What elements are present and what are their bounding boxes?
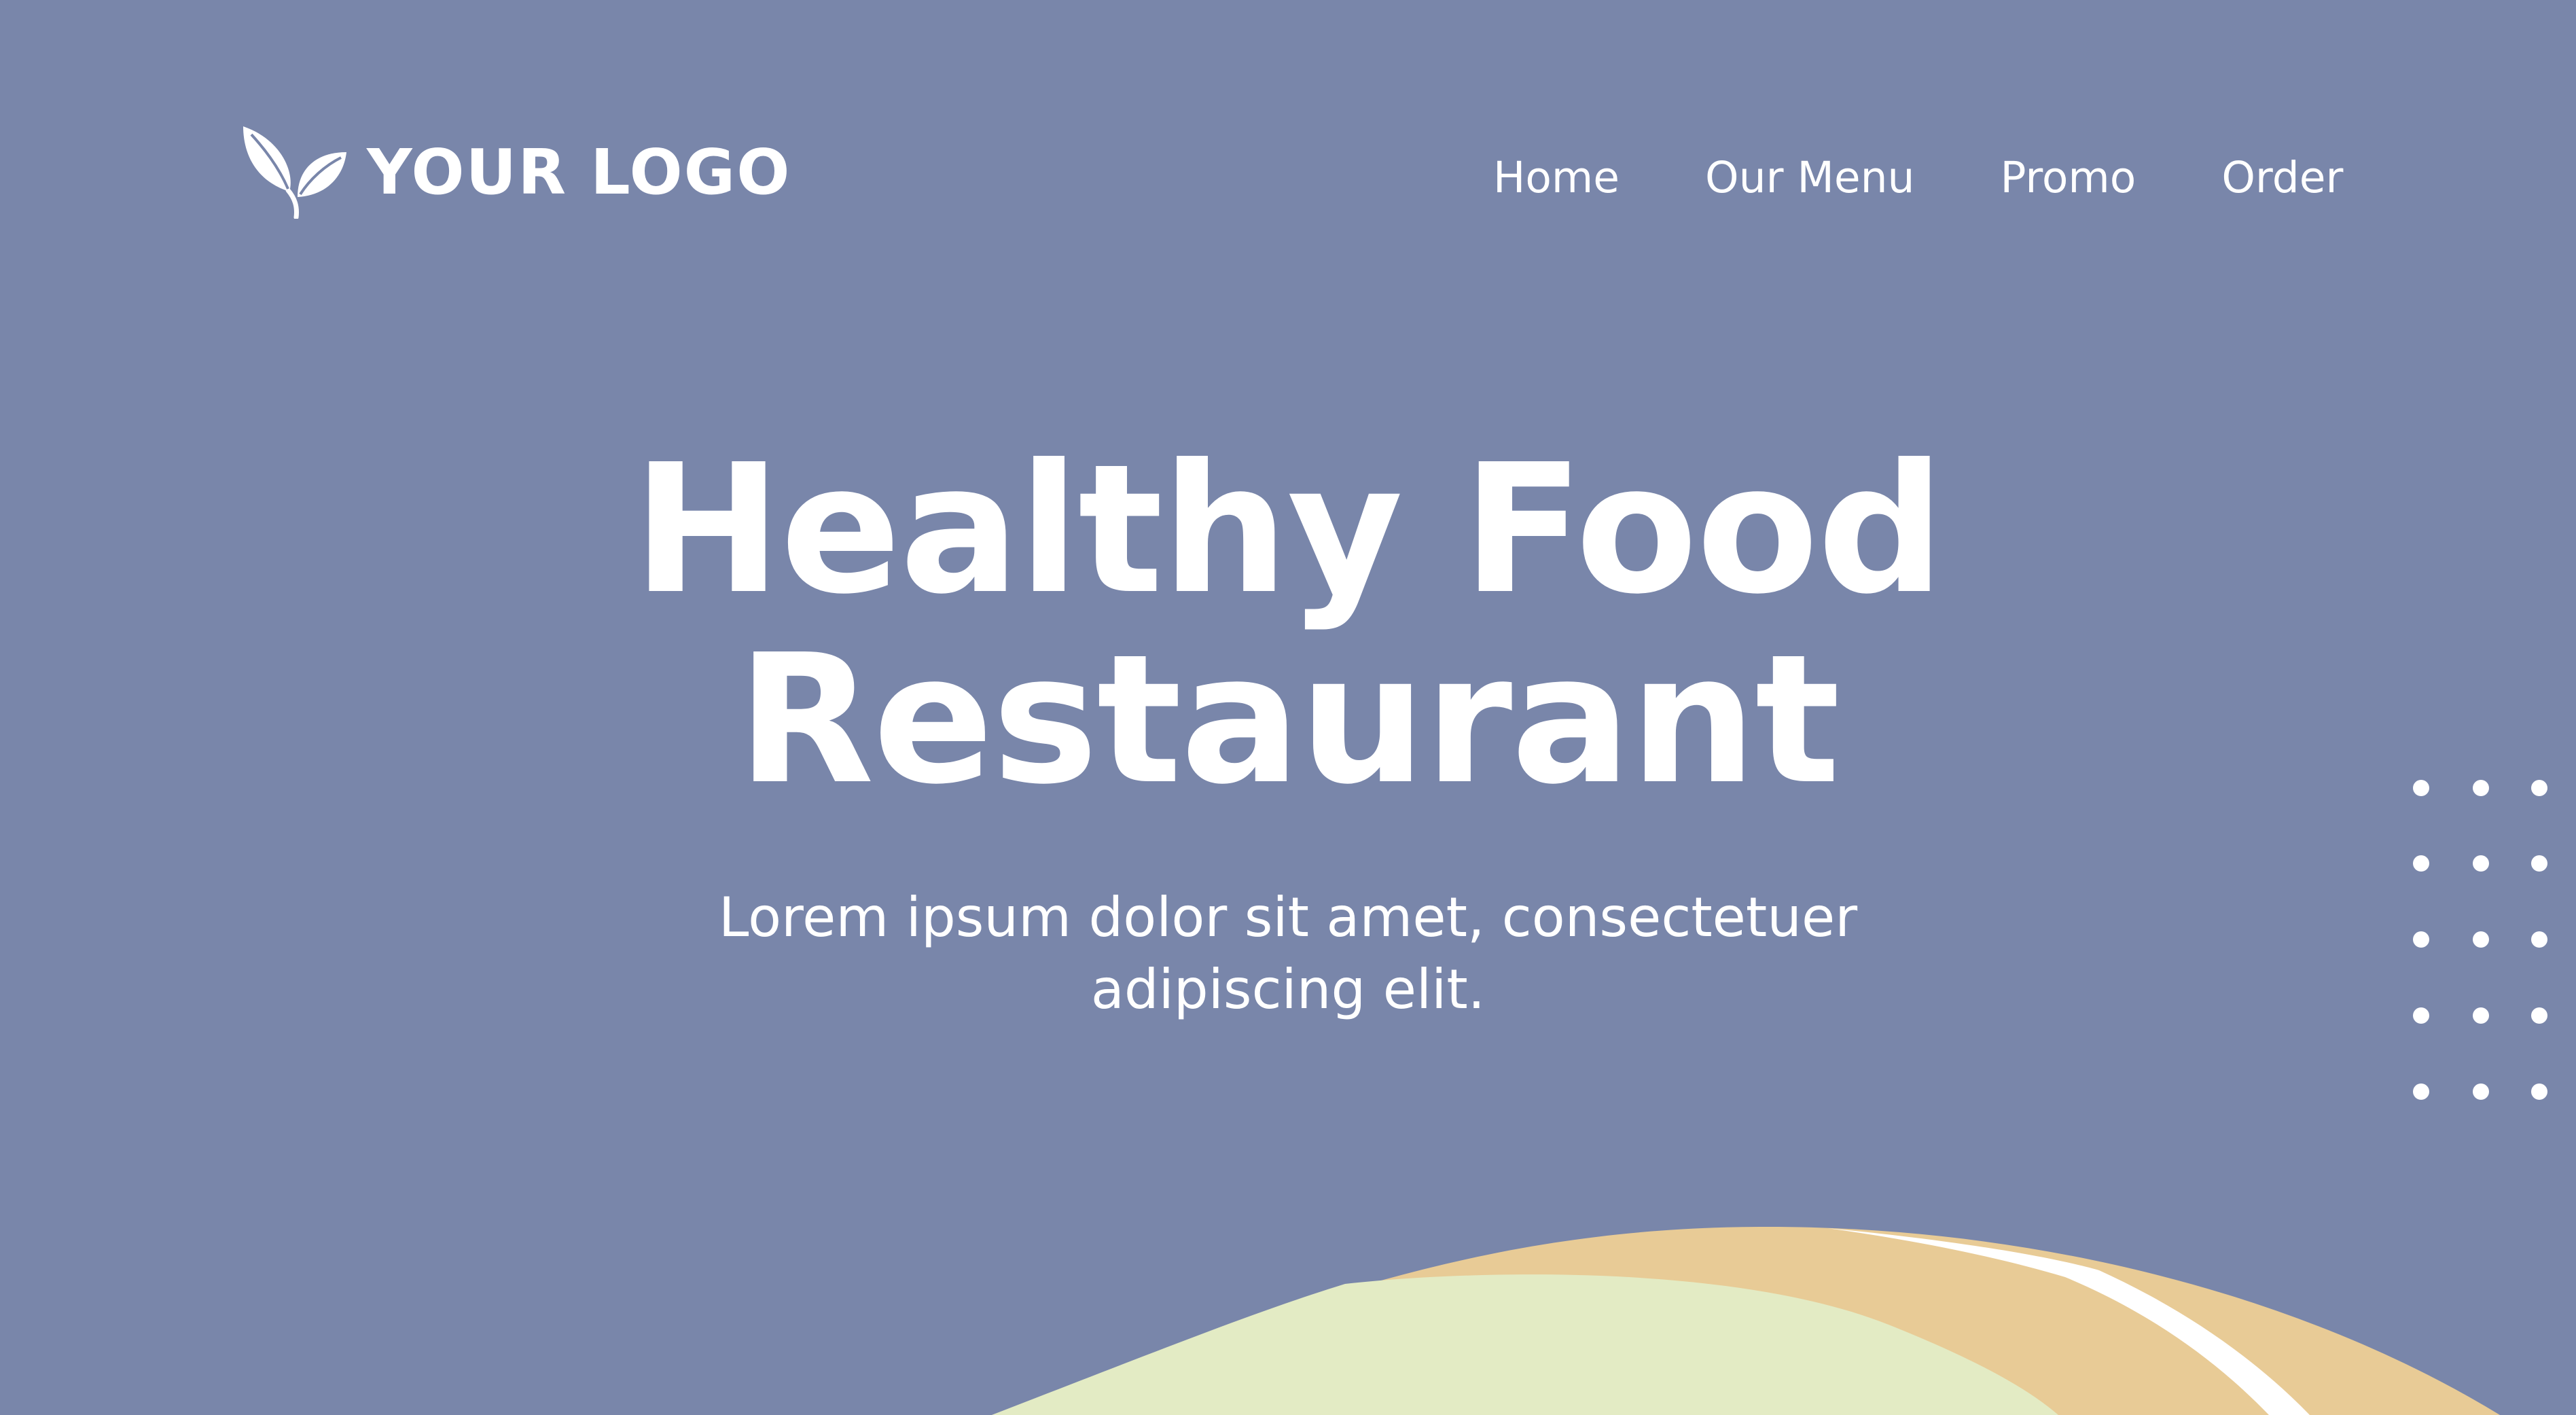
nav-home-link[interactable]: Home (1493, 148, 1620, 208)
landing-page: YOUR LOGO Home Our Menu Promo Order Heal… (0, 0, 2576, 1415)
main-nav: Home Our Menu Promo Order (1493, 148, 2343, 208)
dot-grid-pattern (2413, 780, 2547, 1100)
hero-title: Healthy Food Restaurant (0, 435, 2576, 815)
leaf-sprout-icon (243, 126, 346, 219)
nav-order-link[interactable]: Order (2221, 148, 2343, 208)
hero-subtitle: Lorem ipsum dolor sit amet, consectetuer… (718, 886, 1858, 1021)
hero-title-line-2: Restaurant (737, 616, 1840, 823)
nav-promo-link[interactable]: Promo (2000, 148, 2136, 208)
logo-text: YOUR LOGO (367, 136, 791, 209)
hero-title-line-1: Healthy Food (632, 426, 1944, 633)
logo[interactable]: YOUR LOGO (242, 126, 791, 219)
nav-our-menu-link[interactable]: Our Menu (1705, 148, 1914, 208)
